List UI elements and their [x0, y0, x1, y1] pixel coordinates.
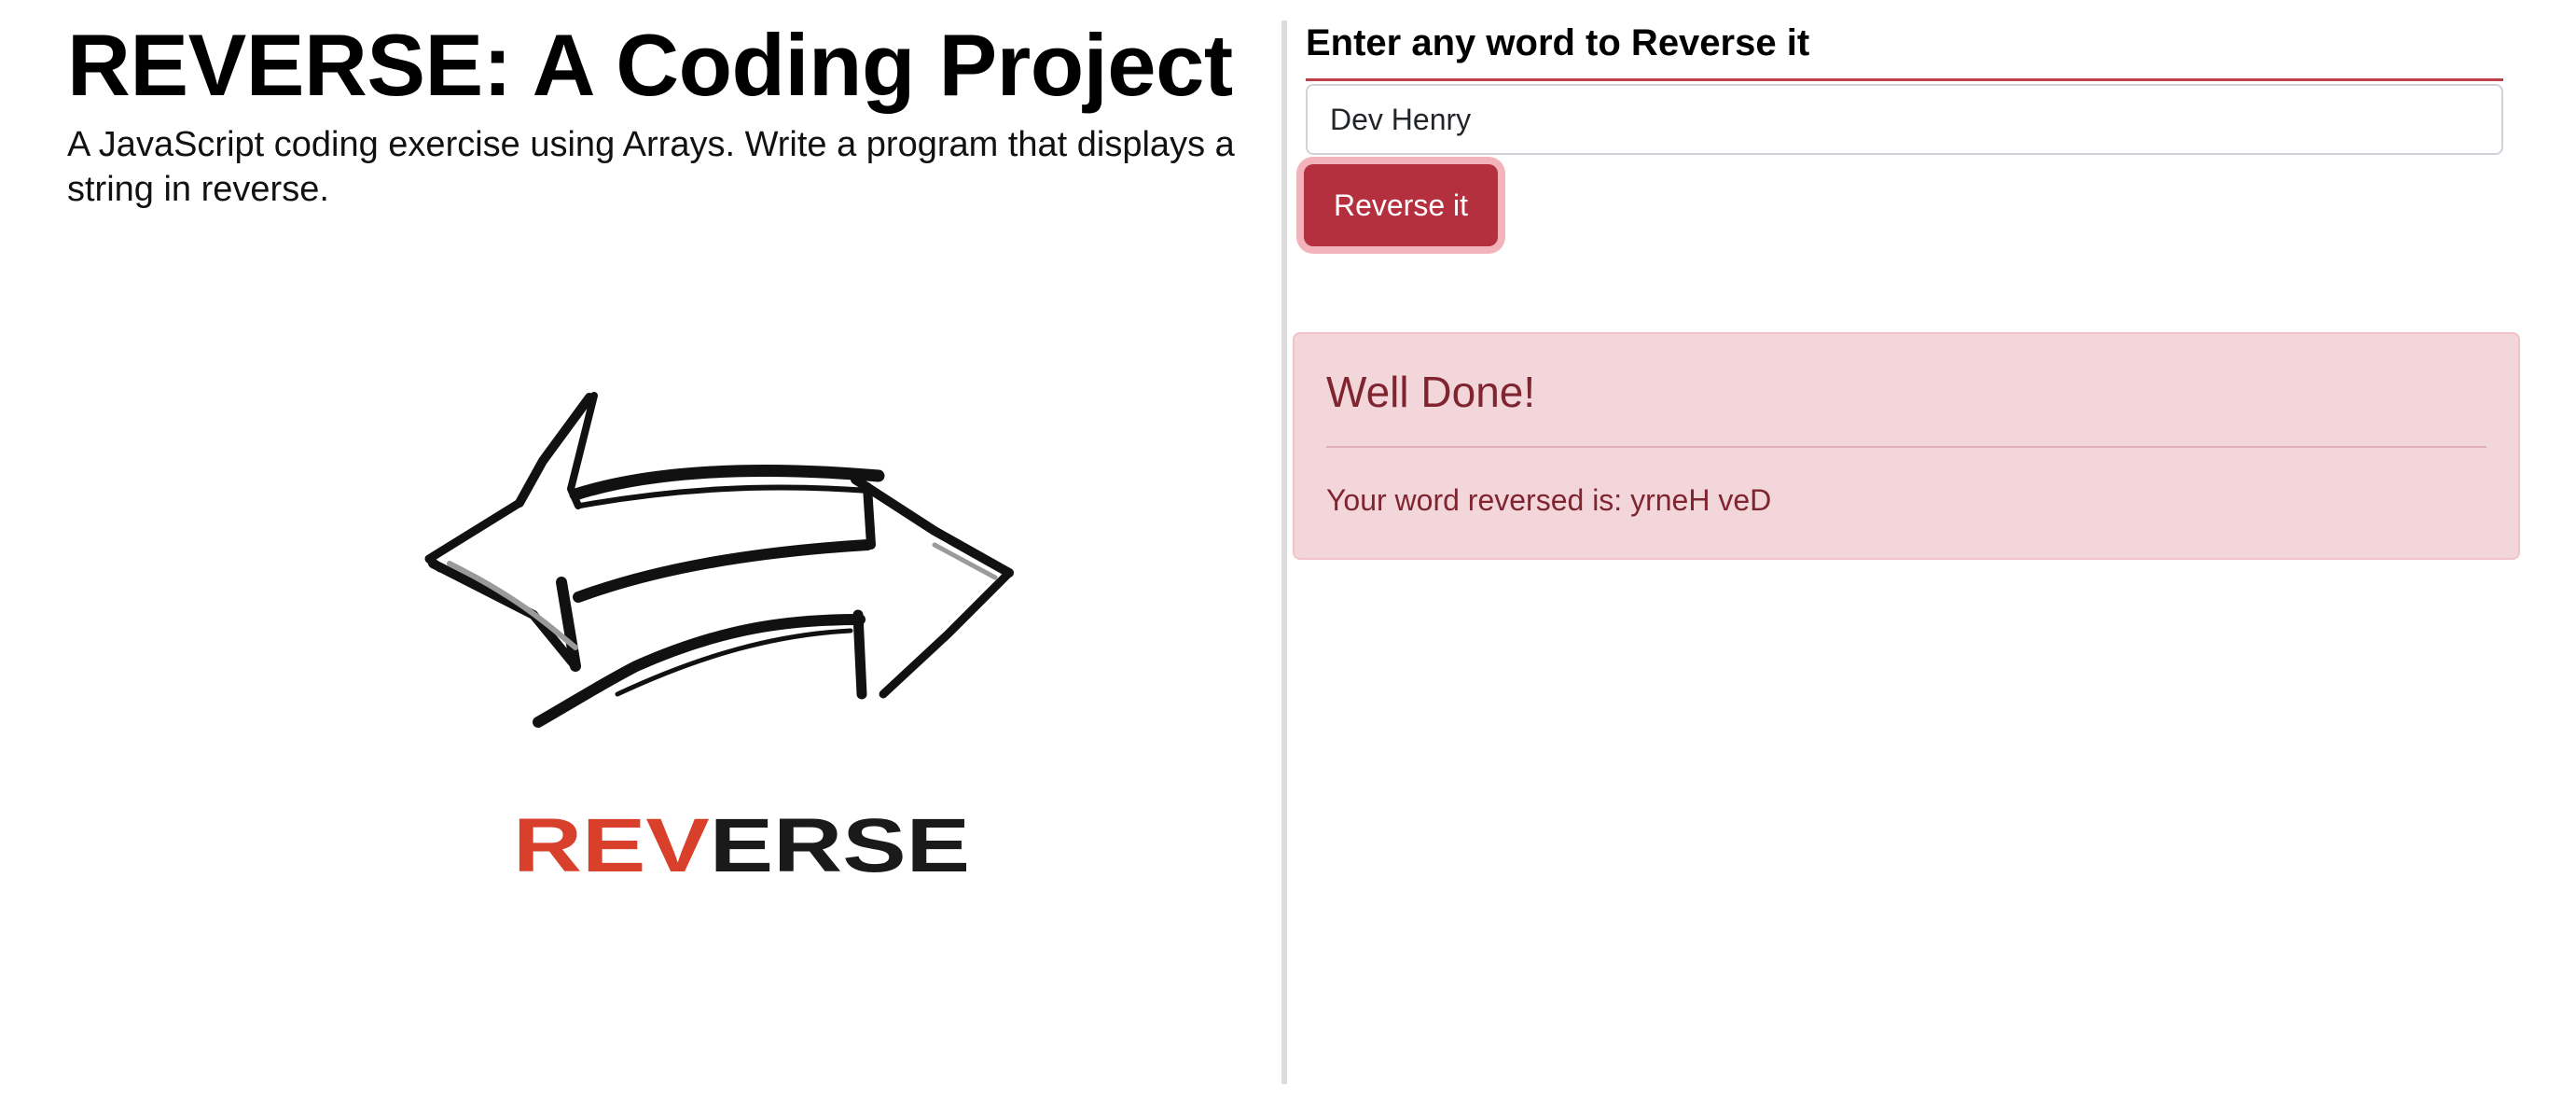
- reverse-button[interactable]: Reverse it: [1304, 164, 1498, 246]
- input-label: Enter any word to Reverse it: [1306, 17, 2503, 81]
- wordmark-rest: ERSE: [710, 808, 970, 883]
- intro-section: REVERSE: A Coding Project A JavaScript c…: [67, 13, 1261, 883]
- column-divider: [1281, 21, 1287, 1084]
- word-input[interactable]: [1306, 84, 2503, 155]
- result-alert: Well Done! Your word reversed is: yrneH …: [1293, 332, 2520, 560]
- reverse-logo: REV ERSE: [412, 386, 1028, 890]
- result-text: Your word reversed is: yrneH veD: [1326, 483, 1772, 517]
- alert-divider: [1326, 446, 2486, 448]
- wordmark-highlight: REV: [513, 808, 710, 883]
- reverse-wordmark: REV ERSE: [513, 808, 970, 883]
- page-title: REVERSE: A Coding Project: [67, 16, 1233, 114]
- page-description: A JavaScript coding exercise using Array…: [67, 124, 1235, 209]
- alert-heading: Well Done!: [1326, 368, 1536, 416]
- double-arrow-brush-icon: [424, 392, 1014, 728]
- svg-text:REVERSE: REV ERSE: [513, 808, 970, 883]
